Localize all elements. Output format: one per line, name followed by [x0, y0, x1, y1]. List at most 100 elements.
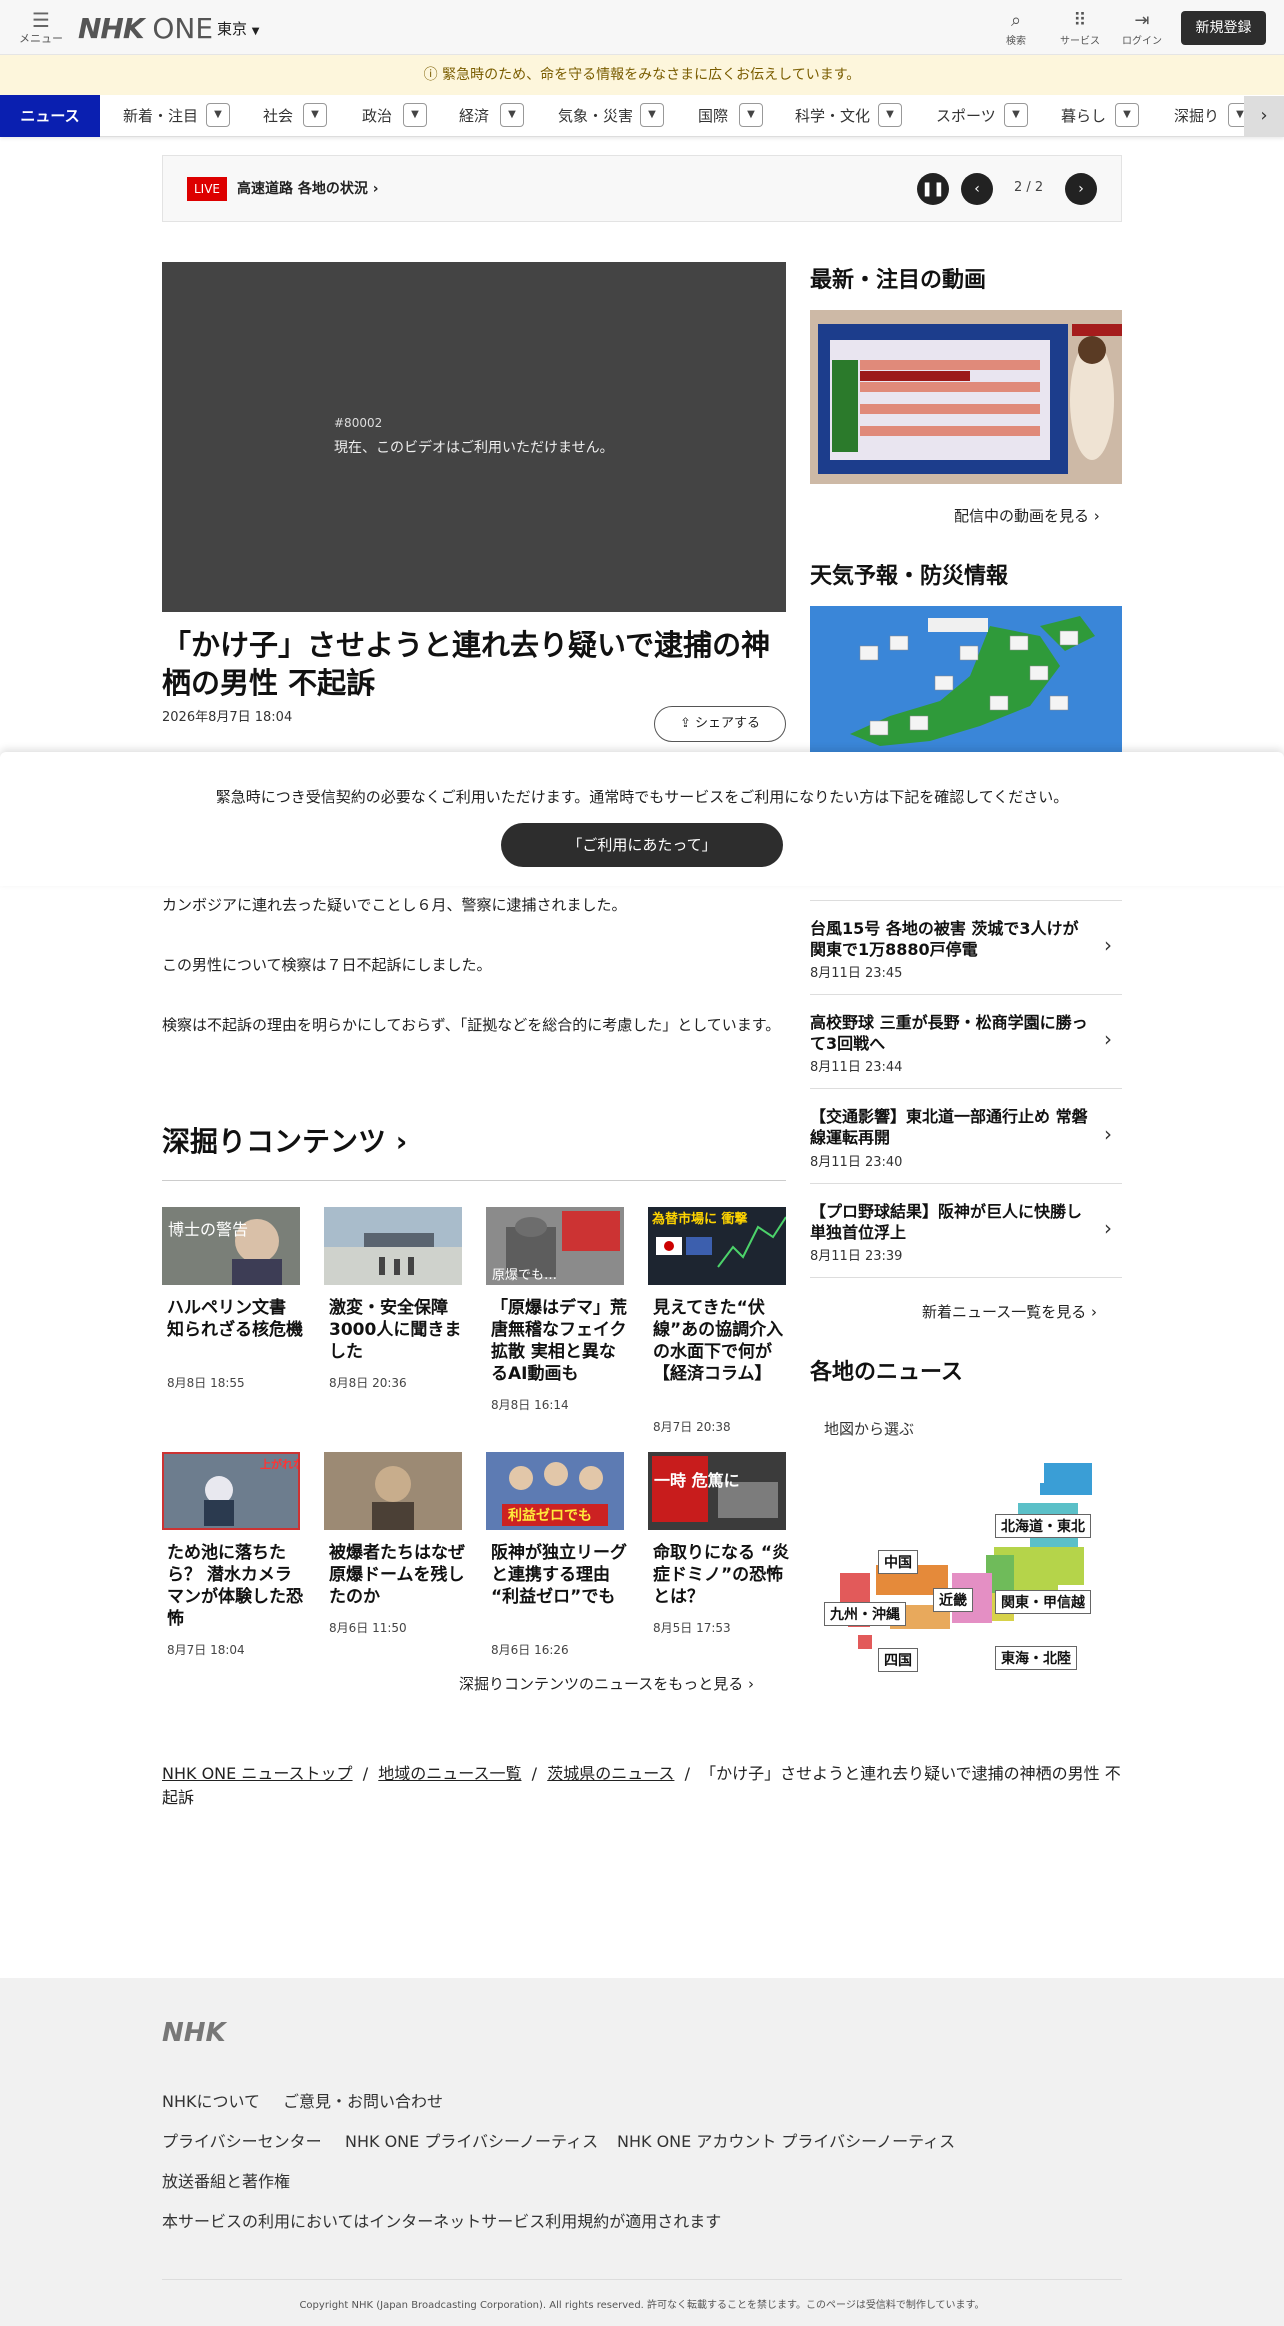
footer-link[interactable]: NHK ONE プライバシーノーティス [345, 2128, 598, 2152]
divider [810, 1183, 1122, 1184]
region-hokkaido-tohoku[interactable]: 北海道・東北 [995, 1514, 1091, 1538]
region-shikoku[interactable]: 四国 [878, 1648, 918, 1672]
chevron-down-icon[interactable]: ▼ [206, 103, 230, 127]
card-title[interactable]: ため池に落ちたら？ 潜水カメラマンが体験した恐怖 [167, 1542, 305, 1630]
card-thumbnail[interactable]: 一時 危篤に [648, 1452, 786, 1530]
nav-item-news[interactable]: ニュース [0, 95, 100, 137]
card-thumbnail[interactable]: 利益ゼロでも [486, 1452, 624, 1530]
nav-scroll-right-button[interactable]: › [1244, 96, 1284, 136]
deep-more-link[interactable]: 深掘りコンテンツのニュースをもっと見る › [459, 1673, 754, 1694]
card-date: 8月7日 20:38 [653, 1420, 731, 1434]
menu-button[interactable]: ☰ メニュー [18, 10, 64, 48]
weather-map-thumbnail[interactable] [810, 606, 1122, 752]
region-kanto-koshinetsu[interactable]: 関東・甲信越 [995, 1590, 1091, 1614]
divider [810, 994, 1122, 995]
harbor-image [324, 1207, 462, 1285]
card-title[interactable]: 激変・安全保障 3000人に聞きました [329, 1297, 467, 1363]
videos-more-link[interactable]: 配信中の動画を見る › [954, 505, 1100, 526]
card-thumbnail[interactable] [324, 1207, 462, 1285]
nav-item[interactable]: 政治 [362, 95, 392, 137]
news-item-title[interactable]: 【プロ野球結果】阪神が巨人に快勝し単独首位浮上 [810, 1201, 1092, 1243]
footer-logo[interactable]: NHK [162, 2018, 226, 2048]
copyright: Copyright NHK (Japan Broadcasting Corpor… [299, 2300, 985, 2311]
chevron-down-icon[interactable]: ▼ [1115, 103, 1139, 127]
nav-item[interactable]: スポーツ [936, 95, 996, 137]
card-title[interactable]: 「原爆はデマ」荒唐無稽なフェイク拡散 実相と異なるAI動画も [491, 1297, 629, 1385]
news-item-title[interactable]: 【交通影響】東北道一部通行止め 常磐線運転再開 [810, 1106, 1092, 1148]
weather-map-image [810, 606, 1122, 752]
nav-item[interactable]: 社会 [263, 95, 293, 137]
nav-item[interactable]: 気象・災害 [558, 95, 633, 137]
article-paragraph: この男性について検察は７日不起訴にしました。 [162, 956, 492, 974]
hospital-image: 一時 危篤に [648, 1452, 786, 1530]
svg-text:一時 危篤に: 一時 危篤に [654, 1471, 740, 1490]
services-button[interactable]: ⠿ サービス [1052, 10, 1108, 47]
pause-icon: ❚❚ [921, 181, 945, 197]
chevron-down-icon[interactable]: ▼ [878, 103, 902, 127]
signup-button[interactable]: 新規登録 [1181, 11, 1266, 45]
live-headline[interactable]: 高速道路 各地の状況 › [237, 178, 379, 198]
nav-item[interactable]: 深掘り [1174, 95, 1219, 137]
region-kinki[interactable]: 近畿 [933, 1588, 973, 1612]
chevron-down-icon[interactable]: ▼ [1004, 103, 1028, 127]
news-item-title[interactable]: 台風15号 各地の被害 茨城で3人けが 関東で1万8880戸停電 [810, 918, 1092, 960]
card-thumbnail[interactable]: 博士の警告 [162, 1207, 300, 1285]
article-title: 「かけ子」させようと連れ去り疑いで逮捕の神栖の男性 不起訴 [162, 628, 771, 700]
chevron-right-icon: › [372, 181, 379, 197]
footer-link[interactable]: ご意見・お問い合わせ [283, 2088, 443, 2112]
card-thumbnail[interactable]: 原爆でも… [486, 1207, 624, 1285]
card-title[interactable]: 見えてきた“伏線”あの協調介入の水面下で何が【経済コラム】 [653, 1297, 791, 1385]
site-logo[interactable]: NHK ONE [78, 12, 213, 45]
card-title[interactable]: 阪神が独立リーグと連携する理由 “利益ゼロ”でも [491, 1542, 629, 1608]
footer-link[interactable]: 放送番組と著作権 [162, 2168, 290, 2192]
nav-item[interactable]: 国際 [698, 95, 728, 137]
article-date: 2026年8月7日 18:04 [162, 710, 293, 725]
usage-notice-button[interactable]: 「ご利用にあたって」 [501, 823, 783, 867]
card-thumbnail[interactable] [324, 1452, 462, 1530]
footer-link[interactable]: NHK ONE アカウント プライバシーノーティス [617, 2128, 955, 2152]
nav-item[interactable]: 暮らし [1061, 95, 1106, 137]
card-title[interactable]: 命取りになる “炎症ドミノ”の恐怖とは？ [653, 1542, 791, 1608]
article-paragraph: 検察は不起訴の理由を明らかにしておらず、「証拠などを総合的に考慮した」としていま… [162, 1016, 781, 1034]
live-badge: LIVE [187, 177, 227, 201]
footer-link[interactable]: 本サービスの利用においてはインターネットサービス利用規約が適用されます [162, 2208, 721, 2232]
chevron-down-icon[interactable]: ▼ [739, 103, 763, 127]
footer-link[interactable]: NHKについて [162, 2088, 260, 2112]
region-chugoku[interactable]: 中国 [878, 1550, 918, 1574]
chevron-right-icon: › [1260, 105, 1268, 126]
next-button[interactable]: › [1065, 173, 1097, 205]
chevron-right-icon: › [1104, 933, 1112, 957]
breadcrumb-link[interactable]: 茨城県のニュース [547, 1764, 674, 1783]
region-kyushu-okinawa[interactable]: 九州・沖縄 [824, 1602, 906, 1626]
deep-contents-title[interactable]: 深掘りコンテンツ › [162, 1120, 407, 1160]
news-item-title[interactable]: 高校野球 三重が長野・松商学園に勝って3回戦へ [810, 1012, 1092, 1054]
card-thumbnail[interactable]: 上がれない [162, 1452, 300, 1530]
footer-link[interactable]: プライバシーセンター [162, 2128, 322, 2152]
card-title[interactable]: ハルペリン文書 知られざる核危機 [167, 1297, 305, 1341]
news-more-link[interactable]: 新着ニュース一覧を見る › [922, 1301, 1097, 1322]
diver-image: 上がれない [164, 1454, 298, 1528]
breadcrumb-link[interactable]: NHK ONE ニューストップ [162, 1764, 353, 1783]
latest-video-thumbnail[interactable] [810, 310, 1122, 484]
divider [810, 900, 1122, 901]
prev-button[interactable]: ‹ [961, 173, 993, 205]
chevron-down-icon[interactable]: ▼ [303, 103, 327, 127]
search-button[interactable]: ⌕ 検索 [988, 10, 1044, 47]
chevron-left-icon: ‹ [974, 181, 980, 197]
breadcrumb-link[interactable]: 地域のニュース一覧 [378, 1764, 521, 1783]
nav-item[interactable]: 経済 [459, 95, 489, 137]
svg-text:為替市場に 衝撃: 為替市場に 衝撃 [652, 1211, 748, 1227]
login-button[interactable]: ⇥ ログイン [1114, 10, 1170, 47]
nav-item[interactable]: 科学・文化 [795, 95, 870, 137]
chevron-down-icon[interactable]: ▼ [500, 103, 524, 127]
portrait-image: 博士の警告 [162, 1207, 300, 1285]
nav-item[interactable]: 新着・注目 [123, 95, 198, 137]
chevron-down-icon[interactable]: ▼ [403, 103, 427, 127]
chevron-down-icon[interactable]: ▼ [640, 103, 664, 127]
region-tokai-hokuriku[interactable]: 東海・北陸 [995, 1646, 1077, 1670]
card-thumbnail[interactable]: 為替市場に 衝撃 [648, 1207, 786, 1285]
pause-button[interactable]: ❚❚ [917, 173, 949, 205]
region-selector[interactable]: 東京 ▼ [217, 18, 260, 39]
card-title[interactable]: 被爆者たちはなぜ原爆ドームを残したのか [329, 1542, 467, 1608]
share-button[interactable]: ⇪ シェアする [654, 706, 786, 742]
